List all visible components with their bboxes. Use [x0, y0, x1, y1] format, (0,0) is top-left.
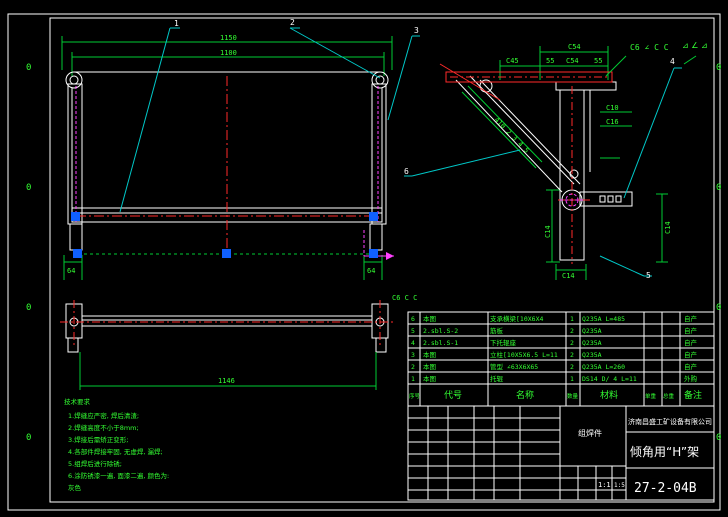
- sheet-value: 1:5: [614, 482, 625, 489]
- bom-row1-name: 托辊: [490, 374, 504, 383]
- balloon-6: 6: [404, 167, 409, 176]
- bom-header-name: 名称: [516, 389, 534, 401]
- side-dim-top: C54: [568, 43, 581, 51]
- bom-header-material: 材料: [600, 389, 618, 401]
- zone-mark-r3: 0: [716, 303, 721, 313]
- bom-row6-name: 支承横梁[10X6X4: [490, 314, 543, 323]
- bom-row2-code: 本图: [423, 362, 436, 371]
- weld-symbol-text: ⊿ ∠ ⊿: [682, 41, 708, 50]
- bom-row6-no: 6: [411, 315, 415, 323]
- bom-row2-note: 自产: [684, 362, 698, 371]
- bom-row3-code: 本图: [423, 350, 436, 359]
- balloon-1: 1: [174, 19, 179, 28]
- bom-row6-note: 自产: [684, 314, 698, 323]
- dim-left: 64: [67, 267, 75, 275]
- side-dim-bottom: C14: [562, 272, 575, 280]
- zone-mark-l4: 0: [26, 433, 31, 443]
- grip-left-beam[interactable]: [71, 212, 80, 221]
- cad-drawing-canvas[interactable]: 0 0 0 0 0 0 0 0 1150 1100 64 64 1 2 3 C5…: [0, 0, 728, 517]
- zone-mark-r2: 0: [716, 183, 721, 193]
- bom-row4-no: 4: [411, 339, 415, 347]
- zone-mark-r4: 0: [716, 433, 721, 443]
- bom-row1-qty: 1: [570, 375, 574, 383]
- bom-row6-code: 本图: [423, 314, 436, 323]
- bom-row1-code: 本图: [423, 374, 436, 383]
- bom-row1-material: DS14 D/ 4 L=11: [582, 375, 637, 383]
- company-name: 济南昌盛工矿设备有限公司: [628, 417, 712, 426]
- bom-row5-qty: 2: [570, 327, 574, 335]
- bom-header-w2: 总重: [663, 392, 675, 400]
- bom-header-no: 序号: [409, 392, 421, 400]
- bom-row1-no: 1: [411, 375, 415, 383]
- note-1: 1.焊缝应严密, 焊后清渣;: [68, 411, 139, 420]
- balloon-5: 5: [646, 271, 651, 280]
- side-dim-right-b: C16: [606, 118, 619, 126]
- bom-row4-name: 下托辊座: [490, 338, 517, 347]
- dim-top-outer: 1150: [220, 34, 237, 42]
- grip-right-base[interactable]: [369, 249, 378, 258]
- bom-row3-no: 3: [411, 351, 415, 359]
- zone-mark-l2: 0: [26, 183, 31, 193]
- grip-right-beam[interactable]: [369, 212, 378, 221]
- note-3: 3.焊接后需矫正变形;: [68, 435, 128, 444]
- zone-mark-l1: 0: [26, 63, 31, 73]
- balloon-2: 2: [290, 18, 295, 27]
- note-5: 5.组焊后进行除锈;: [68, 459, 122, 468]
- bom-row6-qty: 1: [570, 315, 574, 323]
- zone-mark-r1: 0: [716, 63, 721, 73]
- zone-mark-l3: 0: [26, 303, 31, 313]
- side-dim-vert: C14: [544, 225, 552, 238]
- note-7: 灰色: [68, 483, 82, 492]
- bom-row2-no: 2: [411, 363, 415, 371]
- side-dim-mid-a: C45: [506, 57, 519, 65]
- drawing-number: 27-2-04B: [634, 481, 697, 496]
- note-4: 4.各部件焊接牢固, 无虚焊, 漏焊;: [68, 447, 163, 456]
- scale-value: 1:1: [598, 481, 611, 489]
- bom-header-qty: 数量: [567, 392, 579, 400]
- bom-header-note: 备注: [684, 389, 702, 401]
- bom-row3-qty: 2: [570, 351, 574, 359]
- side-dim-right-a: C10: [606, 104, 619, 112]
- bom-row2-material: Q235A L=260: [582, 363, 625, 371]
- bom-row4-material: Q235A: [582, 339, 602, 347]
- bom-row4-code: 2.sbl.S-1: [423, 339, 458, 347]
- side-dim-vert-r: C14: [664, 221, 672, 234]
- assembly-label: 组焊件: [578, 428, 602, 438]
- bom-row5-name: 筋板: [490, 326, 504, 335]
- bom-header-w1: 单重: [645, 392, 657, 400]
- bom-row4-note: 自产: [684, 338, 698, 347]
- note-2: 2.焊缝高度不小于8mm;: [68, 423, 139, 432]
- bom-row3-note: 自产: [684, 350, 698, 359]
- bom-row2-name: 管型 ∠63X6X65: [490, 362, 538, 371]
- balloon-3: 3: [414, 26, 419, 35]
- grip-left-base[interactable]: [73, 249, 82, 258]
- bom-row2-qty: 2: [570, 363, 574, 371]
- bom-row6-material: Q235A L=485: [582, 315, 625, 323]
- bom-row5-note: 自产: [684, 326, 698, 335]
- bom-row5-material: Q235A: [582, 327, 602, 335]
- welding-note: C6 ∠ C C: [630, 43, 669, 52]
- bottom-dim-bottom: 1146: [218, 377, 235, 385]
- bom-row1-note: 外购: [684, 374, 698, 383]
- bom-row3-name: 立柱[10X5X6.5 L=11: [490, 350, 558, 359]
- grip-mid-base[interactable]: [222, 249, 231, 258]
- side-dim-mid-d: 55: [594, 57, 602, 65]
- bom-row5-code: 2.sbl.S-2: [423, 327, 458, 335]
- bom-row5-no: 5: [411, 327, 415, 335]
- dim-top-inner: 1100: [220, 49, 237, 57]
- note-6: 6.涂防锈漆一遍, 面漆二遍, 颜色为:: [68, 471, 169, 480]
- side-dim-mid-b: 55: [546, 57, 554, 65]
- bom-header-code: 代号: [444, 390, 462, 401]
- side-dim-mid-c: C54: [566, 57, 579, 65]
- drawing-name: 倾角用“H”架: [630, 445, 699, 459]
- dim-right: 64: [367, 267, 375, 275]
- bom-row4-qty: 2: [570, 339, 574, 347]
- balloon-4: 4: [670, 57, 675, 66]
- notes-title: 技术要求: [64, 397, 91, 406]
- bottom-dim-top: C6 C C: [392, 294, 417, 302]
- bom-row3-material: Q235A: [582, 351, 602, 359]
